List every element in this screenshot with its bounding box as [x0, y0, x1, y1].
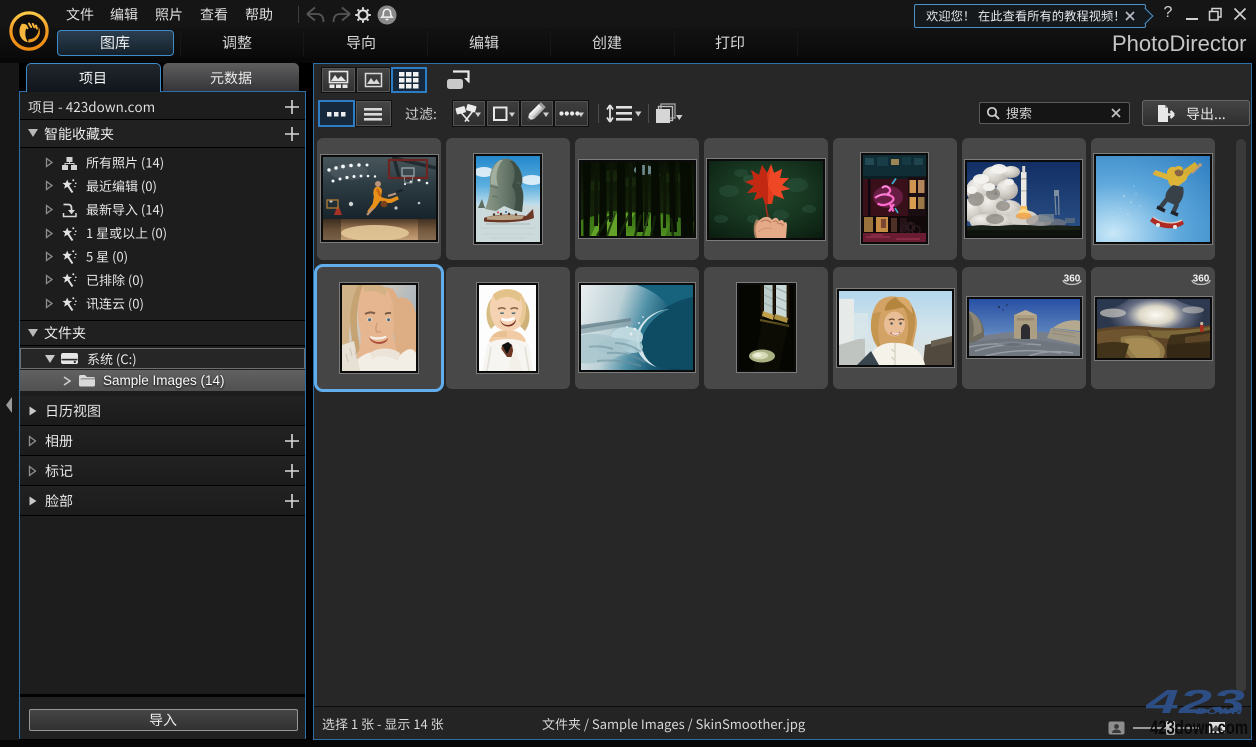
- svg-text:423down.com: 423down.com: [1150, 718, 1248, 739]
- svg-text:DOWN: DOWN: [1196, 706, 1243, 716]
- svg-text:360: 360: [1064, 274, 1081, 285]
- svg-text:360: 360: [1193, 274, 1210, 285]
